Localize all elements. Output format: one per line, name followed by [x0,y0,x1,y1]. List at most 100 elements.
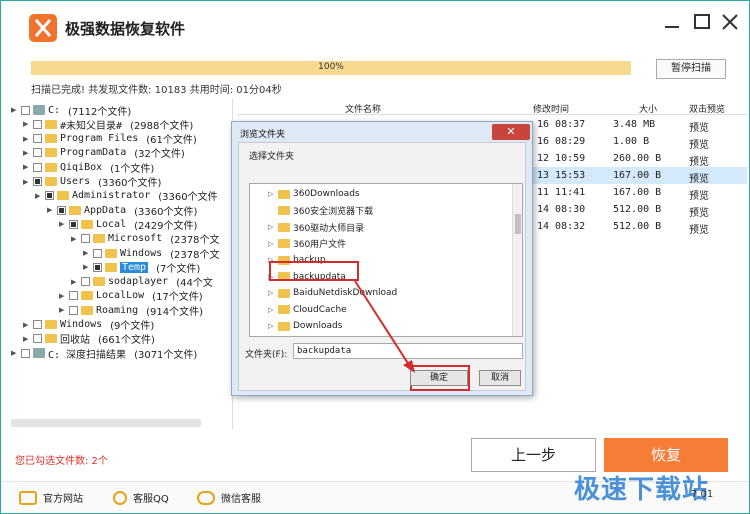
tree-count: (44个文 [176,278,213,290]
tree-count: (2988个文件) [130,120,194,132]
expand-toggle-icon[interactable]: ▶ [47,206,55,214]
tree-count: (7个文件) [156,263,201,275]
expand-toggle-icon[interactable]: ▶ [23,321,31,329]
tree-item[interactable]: ▶ 回收站 (661个文件) [23,332,155,346]
tree-item[interactable]: ▶ sodaplayer (44个文 [71,275,213,289]
tree-item[interactable]: ▶ C: 深度扫描结果 (3071个文件) [11,346,197,361]
tree-checkbox[interactable] [57,205,66,215]
dialog-close-icon[interactable]: ✕ [492,124,530,140]
tree-checkbox[interactable] [33,148,42,158]
expand-toggle-icon[interactable]: ▶ [23,135,31,143]
expand-toggle-icon[interactable]: ▶ [11,349,19,357]
tree-checkbox[interactable] [33,119,42,129]
expand-toggle-icon[interactable]: ▶ [11,106,19,114]
tree-checkbox[interactable] [81,234,90,244]
tree-checkbox[interactable] [33,320,42,329]
website-link[interactable]: 官方网站 [19,490,83,505]
expand-toggle-icon[interactable]: ▶ [23,163,31,171]
tree-count: (2378个文 [170,249,220,261]
col-size[interactable]: 大小 [639,102,657,115]
qq-link[interactable]: 客服QQ [113,490,169,505]
tree-checkbox[interactable] [33,134,42,144]
tree-item[interactable]: ▶ #未知父目录# (2988个文件) [23,117,194,132]
tree-count: (2378个文 [170,235,220,247]
folder-icon [45,320,57,329]
expand-toggle-icon[interactable]: ▶ [23,120,31,128]
tree-checkbox[interactable] [33,162,42,172]
tree-count: (3360个文件) [134,206,198,218]
arrow-annotation [354,280,415,373]
col-modified[interactable]: 修改时间 [533,102,569,115]
col-name[interactable]: 文件名称 [345,102,381,115]
expand-toggle-icon[interactable]: ▶ [59,292,67,300]
expand-toggle-icon[interactable]: ▶ [83,263,91,271]
folder-tree[interactable]: ▶ C: (7112个文件) ▶ #未知父目录# (2988个文件) ▶ Program Fi… [7,99,233,429]
file-size: 167.00 B [613,187,662,198]
tree-label: Users [60,176,91,187]
tree-item[interactable]: ▶ Temp (7个文件) [83,260,201,275]
file-size: 260.00 B [613,153,662,164]
expand-toggle-icon[interactable]: ▶ [23,335,31,343]
expand-toggle-icon[interactable]: ▶ [83,249,91,257]
tree-checkbox[interactable] [81,277,90,287]
tree-item[interactable]: ▶ Roaming (914个文件) [59,303,203,318]
expand-toggle-icon[interactable]: ▶ [59,306,67,314]
tree-checkbox[interactable] [45,191,54,201]
close-icon[interactable] [719,11,741,33]
tree-item[interactable]: ▶ Program Files (61个文件) [23,132,197,146]
expand-toggle-icon[interactable]: ▶ [35,192,43,200]
wechat-link[interactable]: 微信客服 [197,490,261,505]
file-preview-link[interactable]: 预览 [689,170,709,185]
file-size: 1.00 B [613,136,650,147]
file-preview-link[interactable]: 预览 [689,136,709,151]
expand-toggle-icon[interactable]: ▶ [71,278,79,286]
file-list-header: 文件名称 修改时间 大小 双击预览 [237,99,747,115]
tree-checkbox[interactable] [69,305,78,315]
expand-toggle-icon[interactable]: ▶ [23,149,31,157]
tree-item[interactable]: ▶ LocalLow (17个文件) [59,289,203,303]
file-preview-link[interactable]: 预览 [689,187,709,202]
qq-icon [113,490,127,505]
progress-text: 100% [318,62,344,72]
expand-toggle-icon[interactable]: ▶ [71,235,79,243]
file-preview-link[interactable]: 预览 [689,153,709,168]
expand-toggle-icon[interactable]: ▶ [59,220,67,228]
tree-item[interactable]: ▶ ProgramData (32个文件) [23,146,185,160]
pause-scan-button[interactable]: 暂停扫描 [656,59,726,79]
tree-checkbox[interactable] [93,262,102,272]
tree-item[interactable]: ▶ Windows (9个文件) [23,318,154,332]
tree-checkbox[interactable] [69,219,78,229]
tree-label: 回收站 [60,335,90,347]
folder-icon [45,162,57,172]
previous-step-button[interactable]: 上一步 [471,438,596,472]
tree-item[interactable]: ▶ Users (3360个文件) [23,175,161,189]
tree-item[interactable]: ▶ C: (7112个文件) [11,103,131,118]
col-preview: 双击预览 [689,105,726,115]
tree-checkbox[interactable] [33,177,42,186]
expand-toggle-icon[interactable]: ▶ [23,178,31,186]
folder-icon [93,277,105,287]
tree-item[interactable]: ▶ Microsoft (2378个文 [71,232,220,246]
tree-item[interactable]: ▶ AppData (3360个文件) [47,203,198,218]
website-label: 官方网站 [43,494,83,505]
tree-item[interactable]: ▶ Administrator (3360个文件 [35,189,218,203]
folder-icon [81,305,93,315]
recover-button[interactable]: 恢复 [604,438,728,472]
folder-icon [45,119,57,129]
tree-checkbox[interactable] [21,348,30,358]
tree-checkbox[interactable] [33,334,42,344]
tree-checkbox[interactable] [93,248,102,258]
file-modified: 11 11:41 [537,187,586,198]
minimize-icon[interactable] [661,11,683,33]
maximize-icon[interactable] [691,11,713,33]
tree-checkbox[interactable] [69,291,78,301]
tree-scrollbar[interactable] [11,419,201,427]
monitor-icon [19,490,37,505]
tree-item[interactable]: ▶ QiqiBox (1个文件) [23,160,154,175]
file-preview-link[interactable]: 预览 [689,204,709,219]
file-preview-link[interactable]: 预览 [689,221,709,236]
file-preview-link[interactable]: 预览 [689,119,709,134]
tree-item[interactable]: ▶ Local (2429个文件) [59,217,197,232]
tree-item[interactable]: ▶ Windows (2378个文 [83,246,220,261]
tree-checkbox[interactable] [21,105,30,115]
